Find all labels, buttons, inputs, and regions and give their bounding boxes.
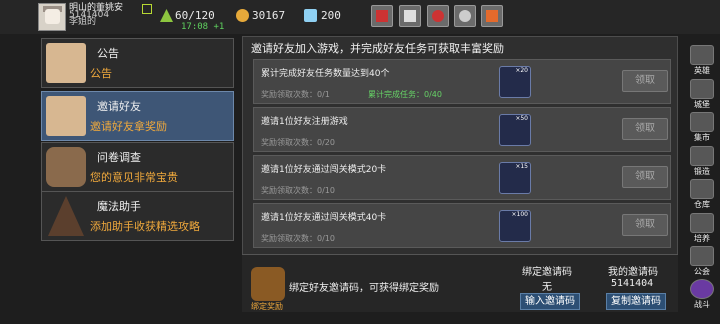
train-icon — [690, 213, 714, 233]
player-subtitle: 李姐的 — [69, 17, 97, 27]
sidebar-item-subtitle: 公告 — [90, 67, 112, 80]
task-title: 邀请1位好友通过闯关模式20卡 — [261, 165, 387, 175]
sidebar-item-title: 邀请好友 — [97, 100, 141, 113]
task-title: 累计完成好友任务数量达到40个 — [261, 69, 390, 79]
settings-gear-icon[interactable] — [454, 5, 476, 27]
castle-icon — [690, 79, 714, 99]
sidebar-item-invite[interactable]: 邀请好友 邀请好友拿奖励 — [41, 91, 234, 141]
claim-button[interactable]: 领取 — [622, 214, 668, 236]
hero-icon — [690, 45, 714, 65]
diamond-icon: ×50 — [499, 114, 531, 146]
task-row: 邀请1位好友通过闯关模式40卡 奖励领取次数：0/10 ×100 领取 — [253, 203, 671, 248]
stamina-value: 60/120 — [175, 9, 215, 22]
nav-hero[interactable]: 英雄 — [686, 45, 718, 75]
gold-value: 30167 — [252, 9, 286, 22]
bound-code-label: 绑定邀请码 — [522, 267, 572, 278]
forge-icon — [690, 146, 714, 166]
claim-button[interactable]: 领取 — [622, 118, 668, 140]
task-row: 邀请1位好友通过闯关模式20卡 奖励领取次数：0/10 ×15 领取 — [253, 155, 671, 200]
claim-button[interactable]: 领取 — [622, 70, 668, 92]
nav-warehouse[interactable]: 仓库 — [686, 179, 718, 209]
reward-quantity: ×15 — [515, 163, 528, 170]
guild-icon — [690, 246, 714, 266]
sidebar: 公告 公告 邀请好友 邀请好友拿奖励 问卷调查 您的意见非常宝贵 魔法助手 添加… — [38, 36, 235, 302]
reward-bag-icon — [251, 267, 285, 301]
anchor-icon: ×20 — [499, 66, 531, 98]
my-code-label: 我的邀请码 — [608, 267, 658, 278]
task-claim-count: 奖励领取次数：0/10 — [261, 234, 335, 243]
task-claim-count: 奖励领取次数：0/1 — [261, 90, 330, 99]
task-title: 邀请1位好友通过闯关模式40卡 — [261, 213, 387, 223]
warehouse-icon — [690, 179, 714, 199]
reward-quantity: ×100 — [511, 211, 528, 218]
claim-button[interactable]: 领取 — [622, 166, 668, 188]
sidebar-item-title: 公告 — [97, 47, 119, 60]
stamina-timer: 17:08 +1 — [181, 22, 225, 32]
sidebar-item-subtitle: 邀请好友拿奖励 — [90, 120, 167, 133]
task-claim-count: 奖励领取次数：0/20 — [261, 138, 335, 147]
stamina-icon — [160, 9, 173, 22]
task-progress: 累计完成任务：0/40 — [368, 90, 442, 99]
sidebar-item-survey[interactable]: 问卷调查 您的意见非常宝贵 — [41, 142, 234, 192]
reward-quantity: ×20 — [515, 67, 528, 74]
nav-battle[interactable]: 战斗 — [686, 279, 718, 309]
event-icon[interactable] — [481, 5, 503, 27]
panel-title: 邀请好友加入游戏，并完成好友任务可获取丰富奖励 — [251, 42, 504, 55]
bound-code-value: 无 — [542, 282, 552, 293]
notice-envelope-icon — [46, 43, 86, 83]
nav-forge[interactable]: 锻造 — [686, 146, 718, 176]
sidebar-item-subtitle: 您的意见非常宝贵 — [90, 171, 178, 184]
copy-code-button[interactable]: 复制邀请码 — [606, 293, 666, 310]
nav-castle[interactable]: 城堡 — [686, 79, 718, 109]
bind-reward-caption: 绑定奖励 — [251, 302, 283, 311]
nav-train[interactable]: 培养 — [686, 213, 718, 243]
market-icon — [690, 112, 714, 132]
reward-quantity: ×50 — [515, 115, 528, 122]
bind-description: 绑定好友邀请码，可获得绑定奖励 — [289, 283, 439, 294]
task-title: 邀请1位好友注册游戏 — [261, 117, 348, 127]
edit-name-icon[interactable] — [142, 4, 152, 14]
battle-icon — [690, 279, 714, 299]
player-avatar[interactable] — [38, 3, 66, 31]
sidebar-item-title: 魔法助手 — [97, 200, 141, 213]
gem-icon — [304, 9, 317, 22]
task-row: 累计完成好友任务数量达到40个 奖励领取次数：0/1 累计完成任务：0/40 ×… — [253, 59, 671, 104]
gem-value: 200 — [321, 9, 341, 22]
gold-egg-icon: ×15 — [499, 162, 531, 194]
invite-envelope-icon — [46, 96, 86, 136]
gold-coin-icon — [236, 9, 249, 22]
my-code-value: 5141404 — [611, 278, 654, 289]
sidebar-item-notice[interactable]: 公告 公告 — [41, 38, 234, 88]
sidebar-item-subtitle: 添加助手收获精选攻略 — [90, 220, 200, 233]
nav-guild[interactable]: 公会 — [686, 246, 718, 276]
mail-icon[interactable] — [399, 5, 421, 27]
gift-camera-icon[interactable] — [427, 5, 449, 27]
nav-market[interactable]: 集市 — [686, 112, 718, 142]
sidebar-item-assistant[interactable]: 魔法助手 添加助手收获精选攻略 — [41, 191, 234, 241]
shop-cart-icon[interactable] — [371, 5, 393, 27]
task-row: 邀请1位好友注册游戏 奖励领取次数：0/20 ×50 领取 — [253, 107, 671, 152]
diamond-icon: ×100 — [499, 210, 531, 242]
bind-code-bar: 绑定奖励 绑定好友邀请码，可获得绑定奖励 绑定邀请码 无 输入邀请码 我的邀请码… — [242, 254, 678, 312]
input-code-button[interactable]: 输入邀请码 — [520, 293, 580, 310]
right-nav: 英雄 城堡 集市 锻造 仓库 培养 公会 战斗 — [684, 40, 720, 324]
wizard-hat-icon — [48, 196, 84, 236]
survey-dog-icon — [46, 147, 86, 187]
top-bar: 明山的董姚安 5141404 李姐的 17:08 +1 60/120 30167… — [0, 0, 720, 34]
sidebar-item-title: 问卷调查 — [97, 151, 141, 164]
task-claim-count: 奖励领取次数：0/10 — [261, 186, 335, 195]
